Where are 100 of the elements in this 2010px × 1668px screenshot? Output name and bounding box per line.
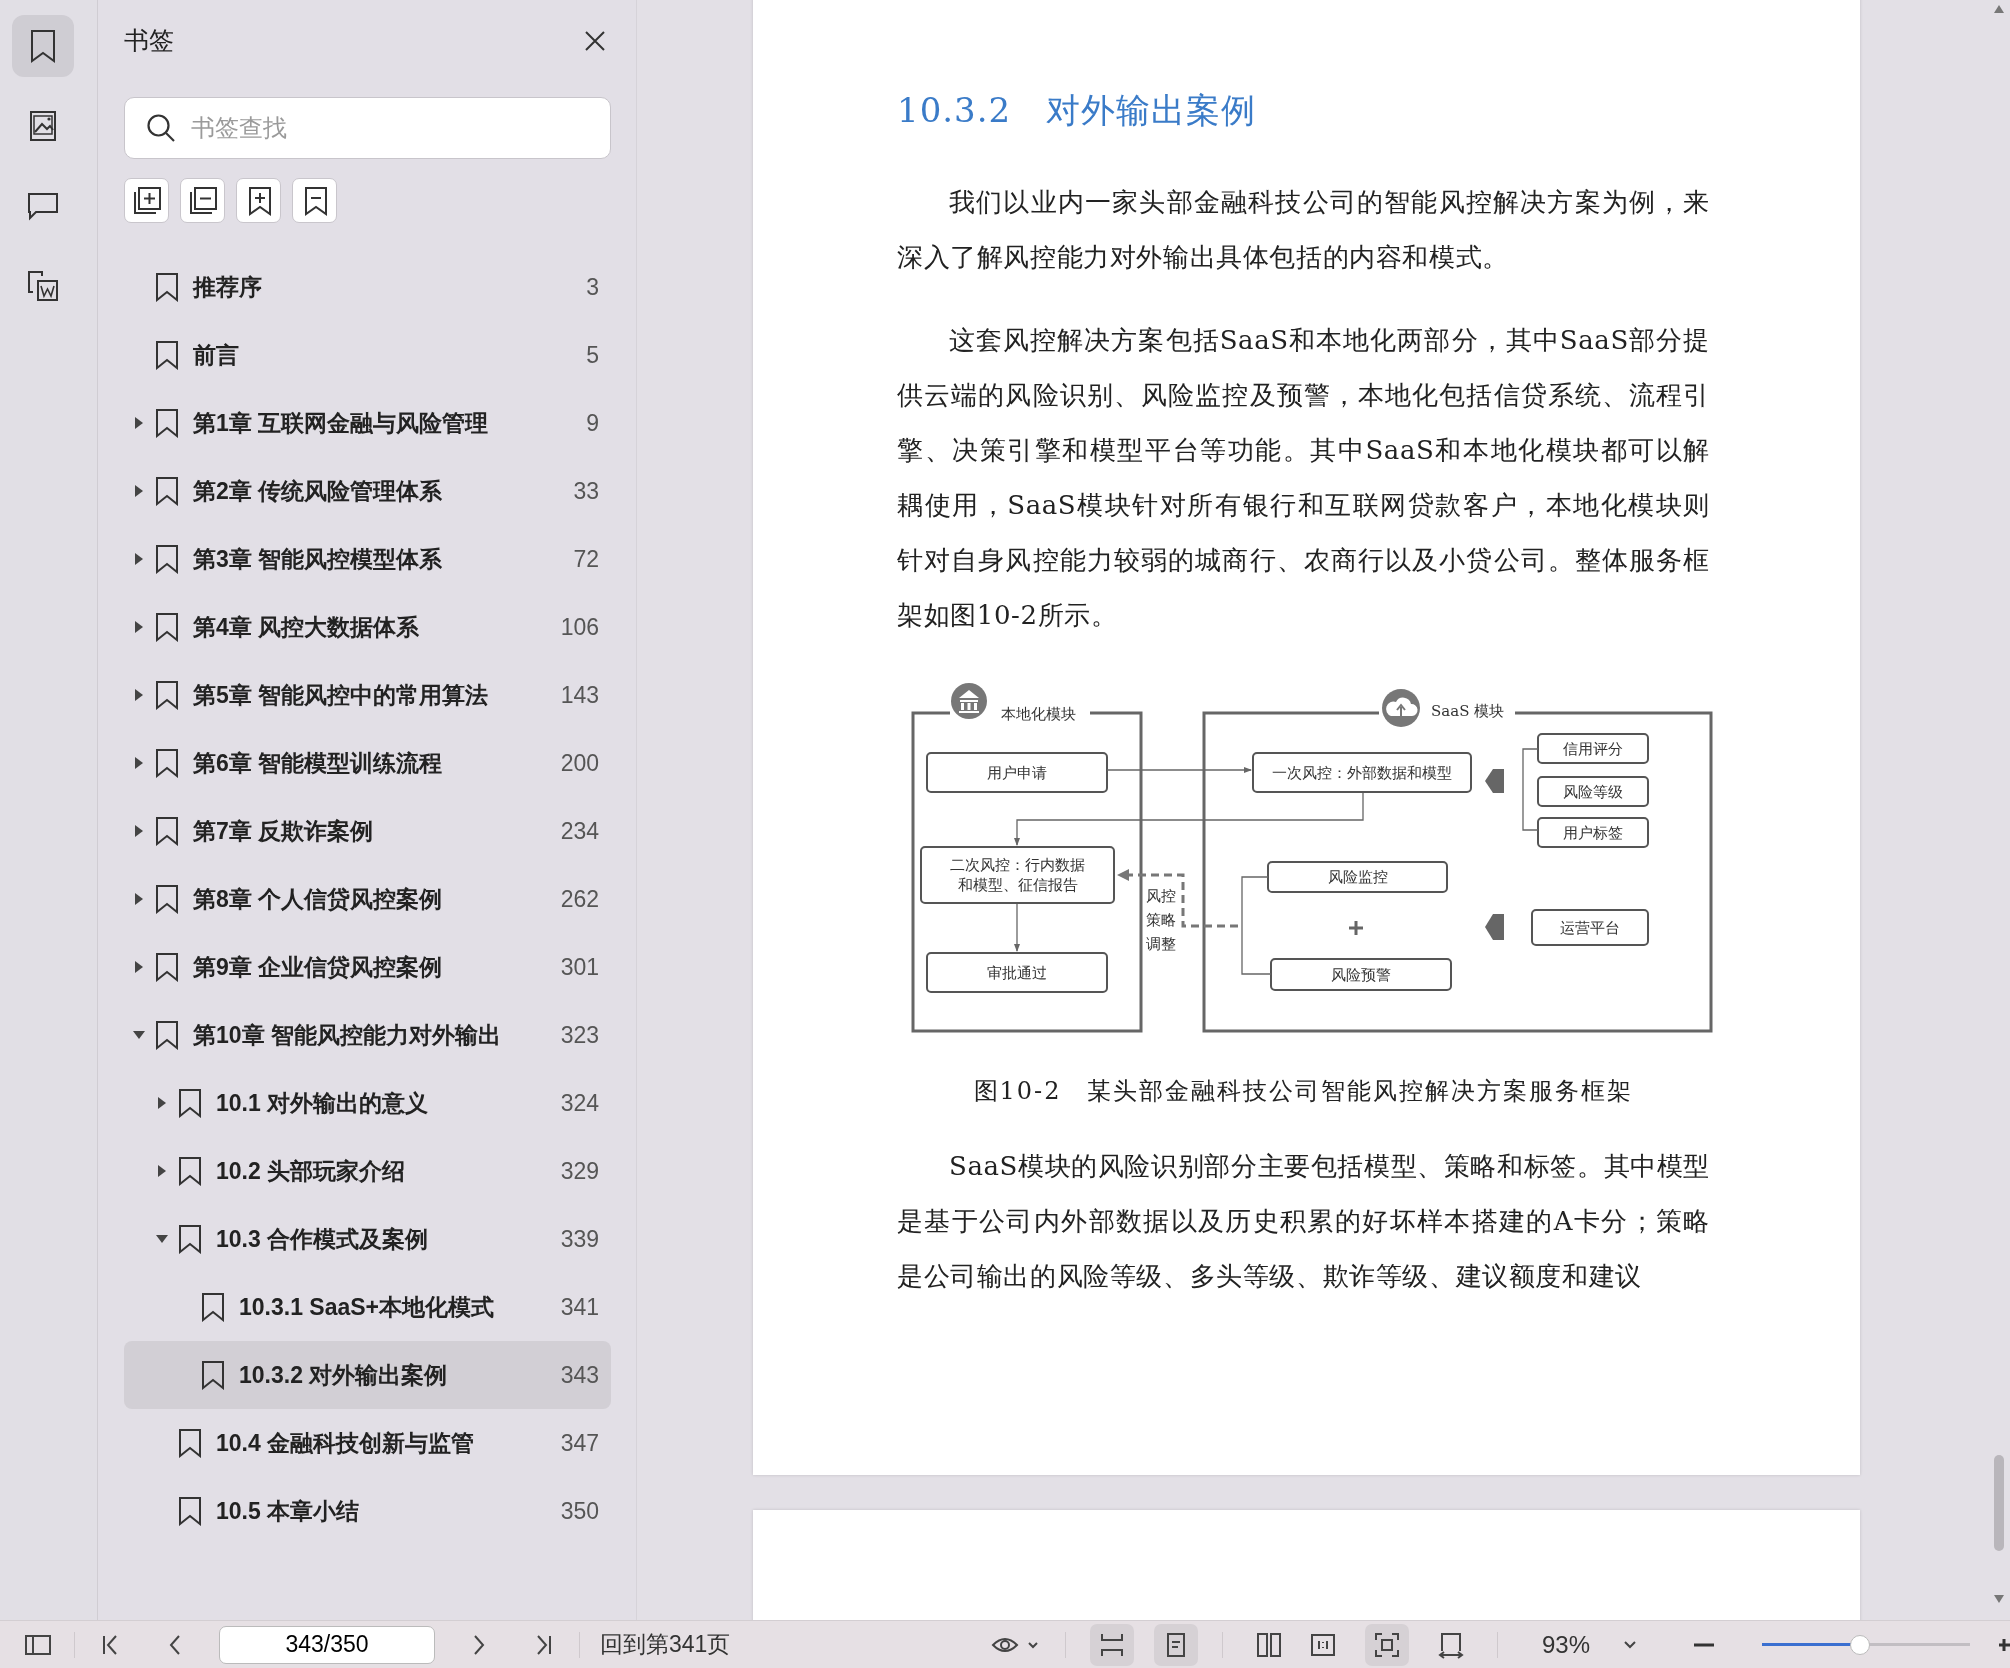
bookmark-item[interactable]: 10.3.1 SaaS+本地化模式 341: [124, 1273, 611, 1341]
section-heading: 10.3.2 对外输出案例: [897, 90, 1258, 131]
bookmark-icon: [178, 1428, 202, 1458]
page-number: 3: [586, 272, 599, 302]
flow-box: 二次风控：行内数据 和模型、征信报告: [920, 845, 1115, 904]
collapse-triangle-icon[interactable]: [133, 1030, 145, 1040]
bookmark-item[interactable]: 前言 5: [124, 321, 611, 389]
bookmark-title: 10.1 对外输出的意义: [216, 1088, 430, 1118]
page-number: 5: [586, 340, 599, 370]
page-number: 143: [560, 680, 599, 710]
bookmark-item[interactable]: 10.3 合作模式及案例 339: [124, 1205, 611, 1273]
bookmark-title: 推荐序: [193, 272, 263, 302]
bookmark-item[interactable]: 第7章 反欺诈案例 234: [124, 797, 611, 865]
bookmark-item[interactable]: 第9章 企业信贷风控案例 301: [124, 933, 611, 1001]
expand-triangle-icon[interactable]: [134, 553, 144, 565]
bookmark-title: 第3章 智能风控模型体系: [193, 544, 444, 574]
plus-icon: [1347, 919, 1365, 937]
bookmark-icon: [155, 748, 179, 778]
slider-thumb[interactable]: [1849, 1634, 1870, 1655]
zoom-slider[interactable]: [1762, 1633, 1970, 1656]
bookmark-icon: [155, 1020, 179, 1050]
bookmark-title: 10.3.1 SaaS+本地化模式: [239, 1292, 496, 1322]
bookmark-item[interactable]: 第6章 智能模型训练流程 200: [124, 729, 611, 797]
body-paragraph: 这套风控解决方案包括SaaS和本地化两部分，其中SaaS部分提供云端的风险识别、风险监控及预警，本地化包括信贷系统、流程引擎、决策引擎和模型平台等功能。其中SaaS和本地化模块都可以解耦使用，SaaS模块针对所有银行和互联网贷款客户，本地化模块则针对自身风控能力较弱的城商行、农商行以及小贷公司。整体服务框架如图10-2所示。: [897, 323, 1710, 632]
panel-title: 书签: [124, 25, 174, 57]
bookmark-item[interactable]: 第8章 个人信贷风控案例 262: [124, 865, 611, 933]
expand-triangle-icon[interactable]: [134, 961, 144, 973]
add-bookmark-icon[interactable]: [236, 178, 281, 223]
remove-bookmark-icon[interactable]: [292, 178, 337, 223]
continuous-scroll-icon[interactable]: [1089, 1623, 1134, 1666]
bookmark-item[interactable]: 第2章 传统风险管理体系 33: [124, 457, 611, 525]
bookmark-icon: [155, 340, 179, 370]
page-number: 343: [560, 1360, 599, 1390]
bookmark-icon: [155, 544, 179, 574]
search-field[interactable]: 书签查找: [124, 97, 611, 159]
bookmark-title: 第2章 传统风险管理体系: [193, 476, 444, 506]
bookmark-icon: [201, 1360, 225, 1390]
page-number: 350: [560, 1496, 599, 1526]
flow-box: 用户申请: [926, 751, 1108, 793]
page-number: 323: [560, 1020, 599, 1050]
bookmark-title: 第7章 反欺诈案例: [193, 816, 375, 846]
page-number-field[interactable]: 343/350: [219, 1625, 435, 1664]
expand-triangle-icon[interactable]: [157, 1165, 167, 1177]
bookmark-item[interactable]: 推荐序 3: [124, 253, 611, 321]
bookmark-item[interactable]: 第4章 风控大数据体系 106: [124, 593, 611, 661]
bookmark-icon: [155, 952, 179, 982]
collapse-triangle-icon[interactable]: [156, 1234, 168, 1244]
bookmark-item[interactable]: 10.2 头部玩家介绍 329: [124, 1137, 611, 1205]
bookmark-title: 第5章 智能风控中的常用算法: [193, 680, 490, 710]
page-number: 262: [560, 884, 599, 914]
bookmark-item[interactable]: 10.3.2 对外输出案例 343: [124, 1341, 611, 1409]
flow-box: 信用评分: [1537, 732, 1649, 764]
expand-triangle-icon[interactable]: [134, 417, 144, 429]
expand-triangle-icon[interactable]: [134, 757, 144, 769]
expand-triangle-icon[interactable]: [134, 893, 144, 905]
bookmark-title: 第9章 企业信贷风控案例: [193, 952, 444, 982]
page-number: 9: [586, 408, 599, 438]
expand-all-icon[interactable]: [124, 178, 169, 223]
flow-box: 用户标签: [1537, 816, 1649, 848]
expand-triangle-icon[interactable]: [134, 621, 144, 633]
bookmark-icon: [178, 1496, 202, 1526]
bookmark-icon: [178, 1156, 202, 1186]
expand-triangle-icon[interactable]: [134, 485, 144, 497]
page-number: 341: [560, 1292, 599, 1322]
expand-triangle-icon[interactable]: [134, 825, 144, 837]
scroll-down-icon[interactable]: [1993, 1594, 2005, 1604]
scrollbar-thumb[interactable]: [1994, 1455, 2004, 1551]
expand-triangle-icon[interactable]: [157, 1097, 167, 1109]
bookmark-item[interactable]: 10.4 金融科技创新与监管 347: [124, 1409, 611, 1477]
bookmark-title: 第4章 风控大数据体系: [193, 612, 421, 642]
page-number: 324: [560, 1088, 599, 1118]
body-paragraph: SaaS模块的风险识别部分主要包括模型、策略和标签。其中模型是基于公司内外部数据以及历史积累的好坏样本搭建的A卡分；策略是公司输出的风险等级、多头等级、欺诈等级、建议额度和建议: [897, 1149, 1710, 1293]
body-paragraph: 我们以业内一家头部金融科技公司的智能风控解决方案为例，来深入了解风控能力对外输出具体包括的内容和模式。: [897, 185, 1710, 274]
bookmark-item[interactable]: 第3章 智能风控模型体系 72: [124, 525, 611, 593]
bookmark-icon: [155, 884, 179, 914]
bookmark-title: 10.3.2 对外输出案例: [239, 1360, 449, 1390]
bookmark-item[interactable]: 第5章 智能风控中的常用算法 143: [124, 661, 611, 729]
bookmark-item[interactable]: 10.1 对外输出的意义 324: [124, 1069, 611, 1137]
collapse-all-icon[interactable]: [180, 178, 225, 223]
bookmark-item[interactable]: 第1章 互联网金融与风险管理 9: [124, 389, 611, 457]
search-icon: [146, 113, 176, 143]
module-label: 本地化模块: [1001, 704, 1076, 723]
flow-box: 风险预警: [1270, 957, 1452, 991]
cloud-upload-icon: [1382, 688, 1420, 727]
bookmark-title: 第1章 互联网金融与风险管理: [193, 408, 490, 438]
bookmark-icon: [155, 476, 179, 506]
back-to-page-link[interactable]: 回到第341页: [594, 1627, 737, 1662]
bookmark-item[interactable]: 10.5 本章小结 350: [124, 1477, 611, 1545]
bookmark-item[interactable]: 第10章 智能风控能力对外输出 323: [124, 1001, 611, 1069]
bookmark-icon[interactable]: [12, 15, 74, 77]
page-number: 106: [560, 612, 599, 642]
flow-box: 风险等级: [1537, 775, 1649, 807]
bookmark-icon: [155, 272, 179, 302]
fit-page-icon[interactable]: [1364, 1623, 1409, 1666]
scroll-up-icon[interactable]: [1993, 4, 2005, 14]
bookmark-icon: [178, 1224, 202, 1254]
expand-triangle-icon[interactable]: [134, 689, 144, 701]
bookmark-title: 第10章 智能风控能力对外输出: [193, 1020, 502, 1050]
single-page-icon[interactable]: [1153, 1623, 1198, 1666]
bookmark-title: 第8章 个人信贷风控案例: [193, 884, 444, 914]
